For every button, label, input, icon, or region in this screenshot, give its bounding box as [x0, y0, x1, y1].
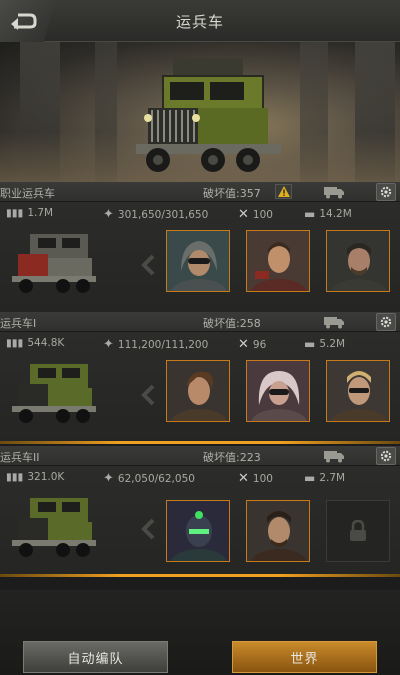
repair-icon: ✕: [238, 471, 249, 486]
gear-icon[interactable]: [376, 447, 396, 465]
section-divider: [0, 441, 400, 444]
hero-slot[interactable]: [166, 230, 230, 292]
hero-slot[interactable]: [326, 360, 390, 422]
squad-truck-image: [12, 234, 96, 293]
squad-panel-2: 运兵车I 破坏值:258 ▮▮▮ 544.8K ✦ 111,200/111,200 …: [0, 312, 400, 442]
truck-icon[interactable]: [322, 313, 346, 330]
damage-value: 破坏值:258: [203, 317, 261, 330]
troops-icon: ▮▮▮: [6, 207, 24, 219]
squad-panel-1: 职业运兵车 破坏值:357 ▮▮▮ 1.7M ✦ 301,650/301,650 ✕…: [0, 182, 400, 312]
repair-value: 100: [252, 208, 273, 221]
warning-icon[interactable]: [275, 184, 292, 199]
lock-icon: [350, 520, 366, 541]
load-icon: ▬: [304, 471, 316, 485]
load-value: 14.2M: [319, 208, 352, 220]
stat-row: ▮▮▮ 544.8K ✦ 111,200/111,200 ✕ 96 ▬ 5.2M: [0, 334, 400, 356]
load-value: 5.2M: [319, 338, 346, 350]
load-value: 2.7M: [319, 472, 346, 484]
load-icon: ▬: [304, 337, 316, 351]
top-bar: 运兵车: [0, 0, 400, 42]
squad-name: 运兵车I: [0, 317, 37, 330]
armored-truck-image: [136, 58, 281, 172]
troops-icon: ▮▮▮: [6, 337, 24, 349]
hero-slot[interactable]: [246, 230, 310, 292]
gear-icon[interactable]: [376, 313, 396, 331]
page-title: 运兵车: [175, 13, 224, 31]
repair-value: 96: [252, 338, 267, 351]
troops-value: 544.8K: [27, 337, 65, 349]
hero-slot[interactable]: [326, 230, 390, 292]
locked-slot: [326, 500, 390, 562]
world-button[interactable]: 世界: [232, 641, 377, 673]
section-divider: [0, 574, 400, 577]
load-icon: ▬: [304, 207, 316, 221]
stat-row: ▮▮▮ 321.0K ✦ 62,050/62,050 ✕ 100 ▬ 2.7M: [0, 468, 400, 490]
power-icon: ✦: [103, 337, 114, 352]
squad-name: 运兵车II: [0, 451, 40, 464]
hero-slot[interactable]: [246, 360, 310, 422]
hero-slot[interactable]: [166, 360, 230, 422]
chevron-left-icon: [138, 382, 158, 408]
auto-formation-button[interactable]: 自动编队: [23, 641, 168, 673]
gear-icon[interactable]: [376, 183, 396, 201]
squad-panel-3: 运兵车II 破坏值:223 ▮▮▮ 321.0K ✦ 62,050/62,050 ✕…: [0, 446, 400, 576]
power-value: 62,050/62,050: [117, 472, 195, 485]
power-icon: ✦: [103, 471, 114, 486]
power-value: 111,200/111,200: [117, 338, 209, 351]
squad-header: 职业运兵车 破坏值:357: [0, 182, 400, 202]
truck-icon[interactable]: [322, 447, 346, 464]
truck-icon[interactable]: [322, 183, 346, 200]
repair-icon: ✕: [238, 207, 249, 222]
troops-value: 1.7M: [27, 207, 54, 219]
squad-truck-image: [12, 364, 96, 423]
chevron-left-icon: [138, 516, 158, 542]
squad-name: 职业运兵车: [0, 187, 55, 200]
squad-header: 运兵车II 破坏值:223: [0, 446, 400, 466]
hero-slot[interactable]: [246, 500, 310, 562]
troops-value: 321.0K: [27, 471, 65, 483]
repair-value: 100: [252, 472, 273, 485]
hero-slot[interactable]: [166, 500, 230, 562]
repair-icon: ✕: [238, 337, 249, 352]
squad-header: 运兵车I 破坏值:258: [0, 312, 400, 332]
chevron-left-icon: [138, 252, 158, 278]
power-value: 301,650/301,650: [117, 208, 209, 221]
transport-banner: [0, 42, 400, 182]
damage-value: 破坏值:223: [203, 451, 261, 464]
squad-truck-image: [12, 498, 96, 557]
troops-icon: ▮▮▮: [6, 471, 24, 483]
stat-row: ▮▮▮ 1.7M ✦ 301,650/301,650 ✕ 100 ▬ 14.2M: [0, 204, 400, 226]
power-icon: ✦: [103, 207, 114, 222]
damage-value: 破坏值:357: [203, 187, 261, 200]
